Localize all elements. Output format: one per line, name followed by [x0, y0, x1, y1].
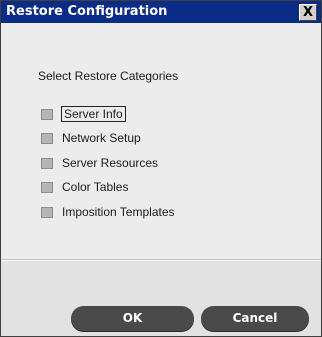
category-label: Server Info	[61, 106, 126, 122]
cancel-button[interactable]: Cancel	[201, 306, 309, 331]
button-bar: OK Cancel	[1, 261, 321, 336]
checkbox[interactable]	[41, 182, 53, 193]
ok-button[interactable]: OK	[71, 306, 194, 331]
checkbox[interactable]	[41, 158, 53, 169]
category-server-resources[interactable]: Server Resources	[41, 155, 241, 173]
close-icon: X	[302, 5, 314, 20]
checkbox[interactable]	[41, 133, 53, 144]
category-color-tables[interactable]: Color Tables	[41, 179, 241, 197]
section-heading: Select Restore Categories	[38, 69, 179, 83]
category-imposition-templates[interactable]: Imposition Templates	[41, 204, 241, 222]
restore-configuration-dialog: Restore Configuration X Select Restore C…	[0, 0, 322, 337]
category-network-setup[interactable]: Network Setup	[41, 130, 241, 148]
category-label: Imposition Templates	[62, 205, 175, 219]
checkbox[interactable]	[41, 207, 53, 218]
close-button[interactable]: X	[299, 4, 317, 21]
category-server-info[interactable]: Server Info	[41, 106, 241, 124]
checkbox[interactable]	[41, 109, 53, 120]
title-bar: Restore Configuration X	[1, 1, 321, 23]
category-label: Color Tables	[62, 180, 129, 194]
category-label: Network Setup	[62, 131, 141, 145]
dialog-title: Restore Configuration	[6, 4, 168, 19]
category-label: Server Resources	[62, 156, 159, 170]
